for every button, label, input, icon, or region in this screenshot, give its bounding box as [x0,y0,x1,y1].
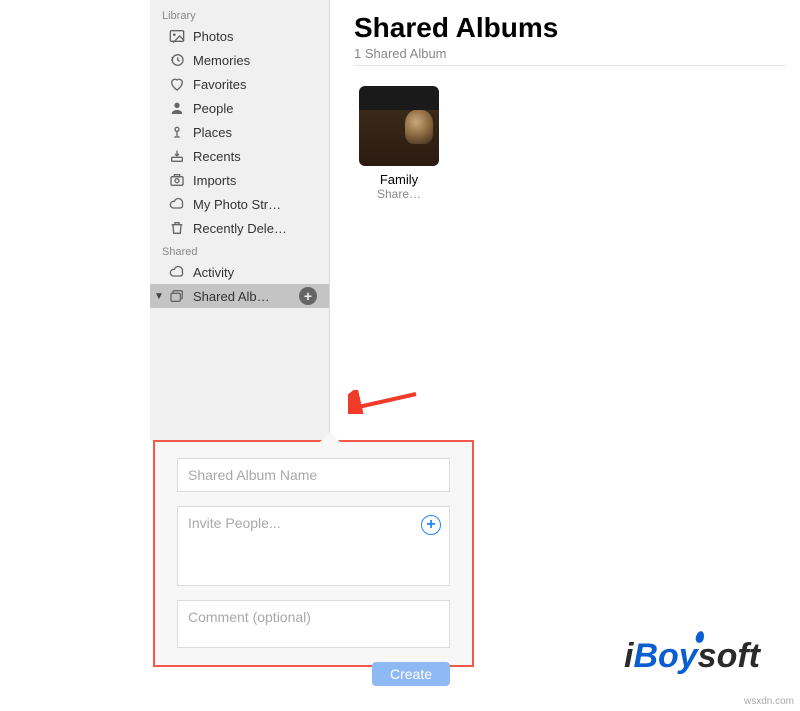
sidebar-item-label: Places [193,125,232,140]
divider [354,65,786,66]
sidebar-section-shared: Shared [150,240,329,260]
photos-window: Library Photos Memories Favorites People… [150,0,800,440]
sidebar-item-label: Recently Dele… [193,221,287,236]
page-subtitle: 1 Shared Album [354,46,786,61]
invite-people-input[interactable]: Invite People... + [177,506,450,586]
new-shared-album-popover: Shared Album Name Invite People... + Com… [153,440,474,667]
sidebar-item-label: People [193,101,233,116]
person-icon [168,99,186,117]
sidebar-item-memories[interactable]: Memories [150,48,329,72]
sidebar-item-photos[interactable]: Photos [150,24,329,48]
sidebar-item-label: Photos [193,29,233,44]
comment-input[interactable]: Comment (optional) [177,600,450,648]
sidebar-section-library: Library [150,4,329,24]
sidebar-item-label: Imports [193,173,236,188]
sidebar-item-recently-deleted[interactable]: Recently Dele… [150,216,329,240]
camera-icon [168,171,186,189]
sidebar-item-places[interactable]: Places [150,120,329,144]
album-thumbnail [359,86,439,166]
clock-back-icon [168,51,186,69]
sidebar-item-imports[interactable]: Imports [150,168,329,192]
pin-icon [168,123,186,141]
album-grid: Family Share… [354,86,786,201]
album-subtitle: Share… [354,187,444,201]
album-name-input[interactable]: Shared Album Name [177,458,450,492]
download-tray-icon [168,147,186,165]
sidebar-item-label: My Photo Str… [193,197,281,212]
sidebar-item-shared-albums[interactable]: ▼ Shared Alb… + [150,284,329,308]
trash-icon [168,219,186,237]
sidebar-item-label: Recents [193,149,241,164]
disclosure-triangle-icon[interactable]: ▼ [154,291,164,302]
sidebar-item-photostream[interactable]: My Photo Str… [150,192,329,216]
stack-icon [168,287,186,305]
sidebar-item-label: Memories [193,53,250,68]
cloud-icon [168,195,186,213]
sidebar-item-label: Shared Alb… [193,289,270,304]
sidebar-item-recents[interactable]: Recents [150,144,329,168]
sidebar-item-favorites[interactable]: Favorites [150,72,329,96]
add-invitee-button[interactable]: + [421,515,441,535]
sidebar-item-label: Favorites [193,77,246,92]
sidebar-item-label: Activity [193,265,234,280]
shared-album-item[interactable]: Family Share… [354,86,444,201]
placeholder-text: Invite People... [188,515,281,531]
sidebar-item-people[interactable]: People [150,96,329,120]
photos-icon [168,27,186,45]
cloud-icon [168,263,186,281]
watermark-logo: iBoysoft [624,637,760,676]
popover-tip [320,432,340,442]
source-label: wsxdn.com [744,696,794,707]
page-title: Shared Albums [354,12,786,44]
sidebar-item-activity[interactable]: Activity [150,260,329,284]
popover-actions: Create [177,662,450,686]
heart-icon [168,75,186,93]
album-name: Family [354,172,444,187]
add-shared-album-button[interactable]: + [299,287,317,305]
main-content: Shared Albums 1 Shared Album Family Shar… [330,0,800,440]
sidebar: Library Photos Memories Favorites People… [150,0,330,440]
create-button[interactable]: Create [372,662,450,686]
